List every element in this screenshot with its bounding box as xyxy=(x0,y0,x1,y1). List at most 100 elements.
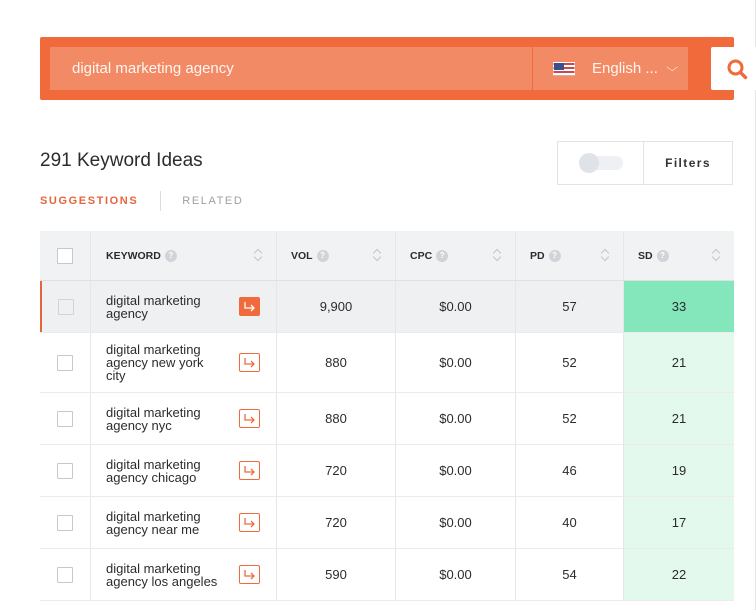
column-vol[interactable]: VOL ? xyxy=(277,231,396,280)
language-select[interactable]: English ... ⌵ xyxy=(533,47,688,90)
keyword-tool-panel: English ... ⌵ 291 Keyword Ideas SUGGESTI… xyxy=(0,0,756,610)
table-row[interactable]: digital marketing agency nyc 880 $0.00 5… xyxy=(40,393,734,445)
row-checkbox[interactable] xyxy=(57,410,73,427)
open-keyword-icon[interactable] xyxy=(239,297,260,316)
column-sd[interactable]: SD ? xyxy=(624,231,734,280)
column-pd[interactable]: PD ? xyxy=(516,231,624,280)
help-icon[interactable]: ? xyxy=(548,249,561,262)
keyword-text[interactable]: digital marketing agency new york city xyxy=(106,343,226,382)
toggle-knob xyxy=(578,153,599,173)
toggle-track xyxy=(578,153,623,173)
keyword-cell: digital marketing agency nyc xyxy=(91,393,277,444)
search-bar: English ... ⌵ xyxy=(40,37,756,100)
us-flag-icon xyxy=(553,61,575,76)
sort-icon[interactable] xyxy=(254,248,262,262)
tab-suggestions[interactable]: SUGGESTIONS xyxy=(40,195,160,207)
row-checkbox[interactable] xyxy=(58,298,74,315)
help-icon[interactable]: ? xyxy=(164,249,177,262)
open-keyword-icon[interactable] xyxy=(239,565,260,584)
search-button[interactable] xyxy=(711,47,756,90)
chevron-down-icon: ⌵ xyxy=(666,62,678,74)
keyword-cell: digital marketing agency chicago xyxy=(91,445,277,496)
cpc-cell: $0.00 xyxy=(396,497,516,548)
sort-icon[interactable] xyxy=(493,248,501,262)
column-keyword[interactable]: KEYWORD ? xyxy=(91,231,277,280)
row-select-cell xyxy=(40,333,91,392)
keyword-cell: digital marketing agency near me xyxy=(91,497,277,548)
help-icon[interactable]: ? xyxy=(316,249,329,262)
keyword-text[interactable]: digital marketing agency xyxy=(106,294,226,320)
cpc-cell: $0.00 xyxy=(396,281,516,332)
vol-cell: 880 xyxy=(277,333,396,392)
column-cpc[interactable]: CPC ? xyxy=(396,231,516,280)
pd-cell: 40 xyxy=(516,497,624,548)
filters-button[interactable]: Filters xyxy=(644,142,732,184)
keyword-cell: digital marketing agency xyxy=(91,281,277,332)
keyword-text[interactable]: digital marketing agency chicago xyxy=(106,458,226,484)
row-checkbox[interactable] xyxy=(57,566,73,583)
row-select-cell xyxy=(40,393,91,444)
table-header: KEYWORD ? VOL ? CPC ? PD ? SD ? xyxy=(40,231,734,281)
pd-cell: 52 xyxy=(516,393,624,444)
cpc-cell: $0.00 xyxy=(396,445,516,496)
vol-cell: 720 xyxy=(277,445,396,496)
keyword-text[interactable]: digital marketing agency los angeles xyxy=(106,562,226,588)
open-keyword-icon[interactable] xyxy=(239,353,260,372)
sd-cell: 21 xyxy=(624,333,734,392)
pd-cell: 54 xyxy=(516,549,624,600)
open-keyword-icon[interactable] xyxy=(239,513,260,532)
table-row[interactable]: digital marketing agency near me 720 $0.… xyxy=(40,497,734,549)
row-checkbox[interactable] xyxy=(57,462,73,479)
cpc-cell: $0.00 xyxy=(396,393,516,444)
sd-cell: 33 xyxy=(624,281,734,332)
tab-divider xyxy=(160,191,162,211)
vol-cell: 880 xyxy=(277,393,396,444)
row-select-cell xyxy=(40,497,91,548)
column-label: PD xyxy=(530,249,545,262)
vol-cell: 720 xyxy=(277,497,396,548)
select-all-checkbox[interactable] xyxy=(57,247,73,264)
row-select-cell xyxy=(40,281,91,332)
sd-cell: 19 xyxy=(624,445,734,496)
pd-cell: 46 xyxy=(516,445,624,496)
column-label: VOL xyxy=(291,249,313,262)
open-keyword-icon[interactable] xyxy=(239,461,260,480)
column-label: KEYWORD xyxy=(106,249,161,262)
table-row[interactable]: digital marketing agency 9,900 $0.00 57 … xyxy=(40,281,734,333)
column-label: SD xyxy=(638,249,653,262)
table-row[interactable]: digital marketing agency new york city 8… xyxy=(40,333,734,393)
sort-icon[interactable] xyxy=(712,248,720,262)
filters-control: Filters xyxy=(557,141,733,185)
keyword-search-input[interactable] xyxy=(50,47,532,90)
sd-cell: 17 xyxy=(624,497,734,548)
pd-cell: 57 xyxy=(516,281,624,332)
keyword-cell: digital marketing agency new york city xyxy=(91,333,277,392)
row-select-cell xyxy=(40,445,91,496)
header-select-cell xyxy=(40,231,91,280)
help-icon[interactable]: ? xyxy=(656,249,669,262)
pd-cell: 52 xyxy=(516,333,624,392)
keyword-cell: digital marketing agency los angeles xyxy=(91,549,277,600)
table-row[interactable]: digital marketing agency los angeles 590… xyxy=(40,549,734,601)
tab-related[interactable]: RELATED xyxy=(182,195,243,207)
row-checkbox[interactable] xyxy=(57,354,73,371)
sort-icon[interactable] xyxy=(601,248,609,262)
sort-icon[interactable] xyxy=(373,248,381,262)
sd-cell: 21 xyxy=(624,393,734,444)
vol-cell: 590 xyxy=(277,549,396,600)
keyword-text[interactable]: digital marketing agency nyc xyxy=(106,406,226,432)
filter-toggle[interactable] xyxy=(558,142,644,184)
search-icon xyxy=(727,59,747,79)
keyword-ideas-count: 291 Keyword Ideas xyxy=(40,150,203,171)
keyword-text[interactable]: digital marketing agency near me xyxy=(106,510,226,536)
language-label: English ... xyxy=(592,60,658,77)
sd-cell: 22 xyxy=(624,549,734,600)
row-checkbox[interactable] xyxy=(57,514,73,531)
open-keyword-icon[interactable] xyxy=(239,409,260,428)
column-label: CPC xyxy=(410,249,433,262)
cpc-cell: $0.00 xyxy=(396,549,516,600)
result-tabs: SUGGESTIONS RELATED xyxy=(40,191,243,211)
table-row[interactable]: digital marketing agency chicago 720 $0.… xyxy=(40,445,734,497)
help-icon[interactable]: ? xyxy=(436,249,449,262)
keyword-table: KEYWORD ? VOL ? CPC ? PD ? SD ? digital … xyxy=(40,231,734,601)
